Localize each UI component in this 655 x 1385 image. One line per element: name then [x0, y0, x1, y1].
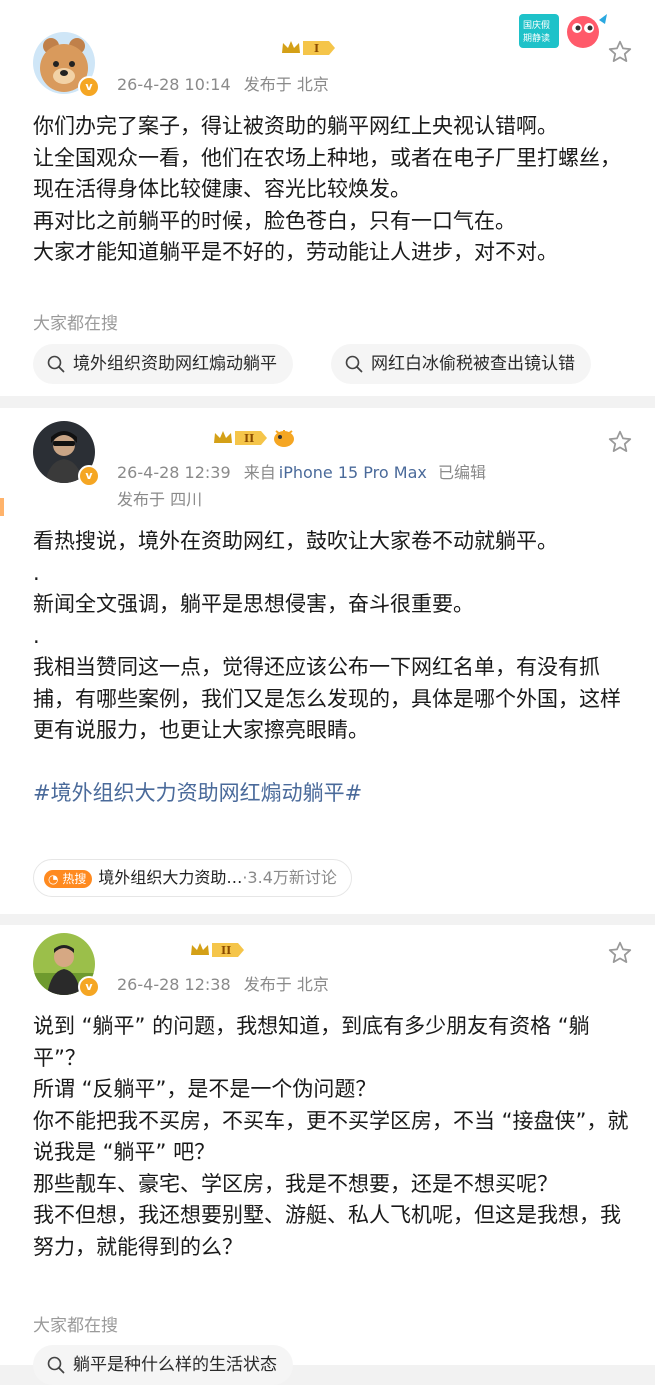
trending-search-title: 大家都在搜 — [33, 1316, 118, 1336]
search-chip[interactable]: 网红白冰偷税被查出镜认错 — [331, 344, 591, 384]
verified-v-icon: v — [78, 465, 100, 487]
post-paragraph: 新闻全文强调，躺平是思想侵害，奋斗很重要。 — [33, 592, 474, 616]
search-chip[interactable]: 躺平是种什么样的生活状态 — [33, 1345, 293, 1385]
post-paragraph: 所谓 “反躺平”，是不是一个伪问题？ — [33, 1077, 377, 1101]
search-icon — [47, 1356, 65, 1374]
post-meta: 26-4-28 12:38 发布于 北京 — [117, 971, 329, 995]
trending-search-title: 大家都在搜 — [33, 314, 118, 334]
post-paragraph: . — [33, 560, 40, 585]
fish-badge-icon — [274, 430, 294, 447]
search-icon — [47, 355, 65, 373]
post-card: 国庆假 期静读 v I 26-4-28 10:14 发布于 北京 你们办完了案子… — [0, 0, 655, 396]
svg-text:II: II — [221, 944, 231, 957]
vip-level-icon: II — [191, 943, 244, 957]
post-card: v II 26-4-28 12:39 来自 iPhone 15 Pro Max 已… — [0, 408, 655, 914]
post-paragraph: 大家才能知道躺平是不好的，劳动能让人进步，对不对。 — [33, 240, 558, 264]
hot-topic-label: 境外组织大力资助… — [98, 868, 243, 887]
post-content: 你们办完了案子，得让被资助的躺平网红上央视认错啊。 让全国观众一看，他们在农场上… — [33, 111, 633, 269]
svg-text:期静读: 期静读 — [523, 32, 550, 44]
search-chip[interactable]: 境外组织资助网红煽动躺平 — [33, 344, 293, 384]
svg-text:国庆假: 国庆假 — [523, 19, 550, 31]
post-content: 看热搜说，境外在资助网红，鼓吹让大家卷不动就躺平。 . 新闻全文强调，躺平是思想… — [33, 526, 633, 809]
post-source-prefix: 来自 — [243, 463, 276, 482]
post-meta: 26-4-28 12:39 来自 iPhone 15 Pro Max 已编辑 — [117, 459, 486, 483]
post-paragraph: 我相当赞同这一点，觉得还应该公布一下网红名单，有没有抓捕，有哪些案例，我们又是怎… — [33, 655, 621, 742]
post-time: 26-4-28 12:38 — [117, 975, 231, 994]
post-paragraph: 那些靓车、豪宅、学区房，我是不想要，还是不想买呢？ — [33, 1171, 558, 1196]
post-edited-flag: 已编辑 — [437, 463, 486, 482]
hot-search-chip[interactable]: ◔ 热搜 境外组织大力资助…·3.4万新讨论 — [33, 859, 352, 897]
vip-level-icon: I — [282, 41, 335, 55]
favorite-star-icon[interactable] — [607, 429, 633, 455]
post-time: 26-4-28 12:39 — [117, 463, 231, 482]
svg-text:I: I — [314, 42, 319, 55]
post-paragraph: 我不但想，我还想要别墅、游艇、私人飞机呢，但这是我想，我努力，就能得到的么？ — [33, 1203, 621, 1259]
search-chip-label: 网红白冰偷税被查出镜认错 — [371, 354, 575, 374]
holiday-sticker-icon[interactable]: 国庆假 期静读 — [517, 10, 609, 52]
post-location: 发布于 北京 — [243, 975, 329, 994]
search-chip-label: 躺平是种什么样的生活状态 — [73, 1355, 277, 1375]
post-paragraph: 说到 “躺平” 的问题，我想知道，到底有多少朋友有资格 “躺平”？ — [33, 1014, 590, 1070]
post-paragraph: 让全国观众一看，他们在农场上种地，或者在电子厂里打螺丝，现在活得身体比较健康、容… — [33, 145, 621, 202]
post-location: 发布于 北京 — [243, 75, 329, 94]
vip-level-icon: II — [214, 431, 267, 445]
post-paragraph: 你不能把我不买房，不买车，更不买学区房，不当 “接盘侠”，就说我是 “躺平” 吧… — [33, 1108, 629, 1165]
hot-badge-label: 热搜 — [62, 871, 87, 886]
search-chip-label: 境外组织资助网红煽动躺平 — [73, 354, 277, 374]
post-source-device[interactable]: iPhone 15 Pro Max — [279, 463, 427, 482]
post-paragraph: . — [33, 623, 40, 648]
verified-v-icon: v — [78, 976, 100, 998]
favorite-star-icon[interactable] — [607, 940, 633, 966]
svg-text:II: II — [244, 432, 254, 445]
post-location: 发布于 四川 — [117, 490, 203, 509]
post-paragraph: 看热搜说，境外在资助网红，鼓吹让大家卷不动就躺平。 — [33, 529, 558, 553]
hashtag-link[interactable]: #境外组织大力资助网红煽动躺平# — [33, 778, 633, 810]
post-content: 说到 “躺平” 的问题，我想知道，到底有多少朋友有资格 “躺平”？ 所谓 “反躺… — [33, 1011, 633, 1263]
favorite-star-icon[interactable] — [607, 39, 633, 65]
search-icon — [345, 355, 363, 373]
post-time: 26-4-28 10:14 — [117, 75, 231, 94]
hot-search-badge: ◔ 热搜 — [44, 869, 93, 888]
post-meta: 26-4-28 10:14 发布于 北京 — [117, 71, 329, 95]
hot-flame-icon: ◔ — [48, 871, 59, 886]
post-card: v II 26-4-28 12:38 发布于 北京 说到 “躺平” 的问题，我想… — [0, 925, 655, 1385]
verified-v-icon: v — [78, 76, 100, 98]
side-marker — [0, 498, 4, 516]
hot-discussion-count: ·3.4万新讨论 — [242, 868, 337, 887]
post-paragraph: 你们办完了案子，得让被资助的躺平网红上央视认错啊。 — [33, 114, 558, 138]
post-paragraph: 再对比之前躺平的时候，脸色苍白，只有一口气在。 — [33, 208, 516, 233]
